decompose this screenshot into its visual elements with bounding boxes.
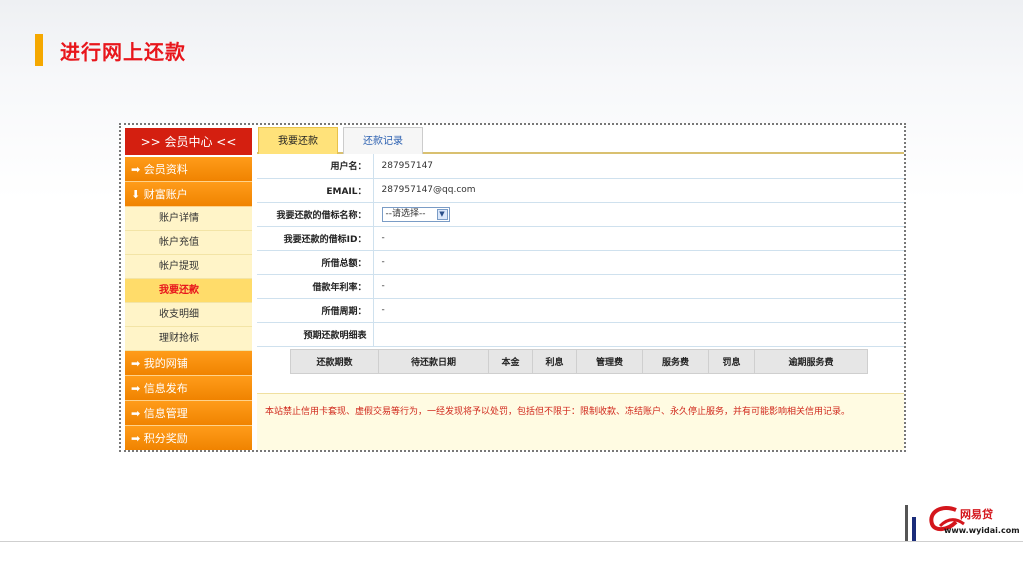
loan-name-label: 我要还款的借标名称： <box>257 202 374 227</box>
sidebar-item-manage-info[interactable]: ➡ 信息管理 <box>125 401 252 426</box>
sidebar-subitem-invest-bid[interactable]: 理财抢标 <box>125 327 252 351</box>
rate-label: 借款年利率： <box>257 274 374 299</box>
sidebar-item-wealth-account[interactable]: ⬇ 财富账户 <box>125 182 252 207</box>
schedule-col-interest: 利息 <box>532 348 577 374</box>
form-row-username: 用户名： 287957147 <box>257 154 904 179</box>
tab-repay-history[interactable]: 还款记录 <box>343 127 423 154</box>
email-value: 287957147@qq.com <box>373 178 904 203</box>
footer-accent-bars <box>905 505 919 541</box>
schedule-col-management-fee: 管理费 <box>576 348 643 374</box>
username-label: 用户名： <box>257 154 374 179</box>
rate-value: - <box>373 274 904 299</box>
policy-notice: 本站禁止信用卡套现、虚假交易等行为，一经发现将予以处罚，包括但不限于：限制收款、… <box>257 393 904 450</box>
member-center-panel: >> 会员中心 << ➡ 会员资料 ⬇ 财富账户 账户详情 帐户充值 帐户提现 … <box>119 123 906 452</box>
schedule-label: 预期还款明细表 <box>257 322 374 347</box>
schedule-col-due-date: 待还款日期 <box>378 348 489 374</box>
main-content: 我要还款 还款记录 用户名： 287957147 EMAIL： 28795714… <box>257 125 904 450</box>
period-value: - <box>373 298 904 323</box>
repay-form: 用户名： 287957147 EMAIL： 287957147@qq.com 我… <box>257 154 904 347</box>
logo-site: www.wyidai.com <box>944 526 1020 535</box>
form-row-email: EMAIL： 287957147@qq.com <box>257 178 904 203</box>
username-value: 287957147 <box>373 154 904 179</box>
form-row-loan-name: 我要还款的借标名称： --请选择-- ▼ <box>257 202 904 227</box>
loan-id-label: 我要还款的借标ID： <box>257 226 374 251</box>
email-label: EMAIL： <box>257 178 374 203</box>
total-label: 所借总额： <box>257 250 374 275</box>
loan-id-value: - <box>373 226 904 251</box>
form-row-loan-id: 我要还款的借标ID： - <box>257 226 904 251</box>
repay-schedule-table: 还款期数 待还款日期 本金 利息 管理费 服务费 罚息 逾期服务费 <box>290 348 868 374</box>
schedule-col-penalty: 罚息 <box>708 348 755 374</box>
schedule-col-period: 还款期数 <box>290 348 379 374</box>
tab-repay[interactable]: 我要还款 <box>258 127 338 154</box>
sidebar-subitem-repay[interactable]: 我要还款 <box>125 279 252 303</box>
sidebar-item-member-profile[interactable]: ➡ 会员资料 <box>125 157 252 182</box>
brand-logo: 网易贷 www.wyidai.com <box>926 504 1020 552</box>
sidebar-subitem-statement[interactable]: 收支明细 <box>125 303 252 327</box>
schedule-col-overdue-fee: 逾期服务费 <box>754 348 868 374</box>
loan-name-select[interactable]: --请选择-- ▼ <box>381 206 450 222</box>
chevron-down-icon[interactable]: ▼ <box>436 208 448 220</box>
schedule-col-principal: 本金 <box>488 348 533 374</box>
schedule-header-row: 还款期数 待还款日期 本金 利息 管理费 服务费 罚息 逾期服务费 <box>290 348 868 374</box>
sidebar-subitem-deposit[interactable]: 帐户充值 <box>125 231 252 255</box>
loan-name-select-value: --请选择-- <box>385 208 426 219</box>
sidebar-subitem-withdraw[interactable]: 帐户提现 <box>125 255 252 279</box>
tab-bar: 我要还款 还款记录 <box>257 125 904 154</box>
title-accent-bar <box>35 34 43 66</box>
sidebar-header: >> 会员中心 << <box>125 128 252 157</box>
sidebar-subitem-account-details[interactable]: 账户详情 <box>125 207 252 231</box>
page-title: 进行网上还款 <box>60 40 186 64</box>
logo-name: 网易贷 <box>960 508 993 521</box>
schedule-col-service-fee: 服务费 <box>642 348 709 374</box>
form-row-schedule: 预期还款明细表 <box>257 322 904 347</box>
period-label: 所借周期： <box>257 298 374 323</box>
total-value: - <box>373 250 904 275</box>
footer-divider <box>0 541 1023 542</box>
sidebar: >> 会员中心 << ➡ 会员资料 ⬇ 财富账户 账户详情 帐户充值 帐户提现 … <box>125 128 252 450</box>
sidebar-item-my-shop[interactable]: ➡ 我的网铺 <box>125 351 252 376</box>
sidebar-item-post-info[interactable]: ➡ 信息发布 <box>125 376 252 401</box>
form-row-total: 所借总额： - <box>257 250 904 275</box>
sidebar-item-points-reward[interactable]: ➡ 积分奖励 <box>125 426 252 450</box>
form-row-rate: 借款年利率： - <box>257 274 904 299</box>
schedule-wrap: 还款期数 待还款日期 本金 利息 管理费 服务费 罚息 逾期服务费 <box>257 347 904 377</box>
form-row-period: 所借周期： - <box>257 298 904 323</box>
